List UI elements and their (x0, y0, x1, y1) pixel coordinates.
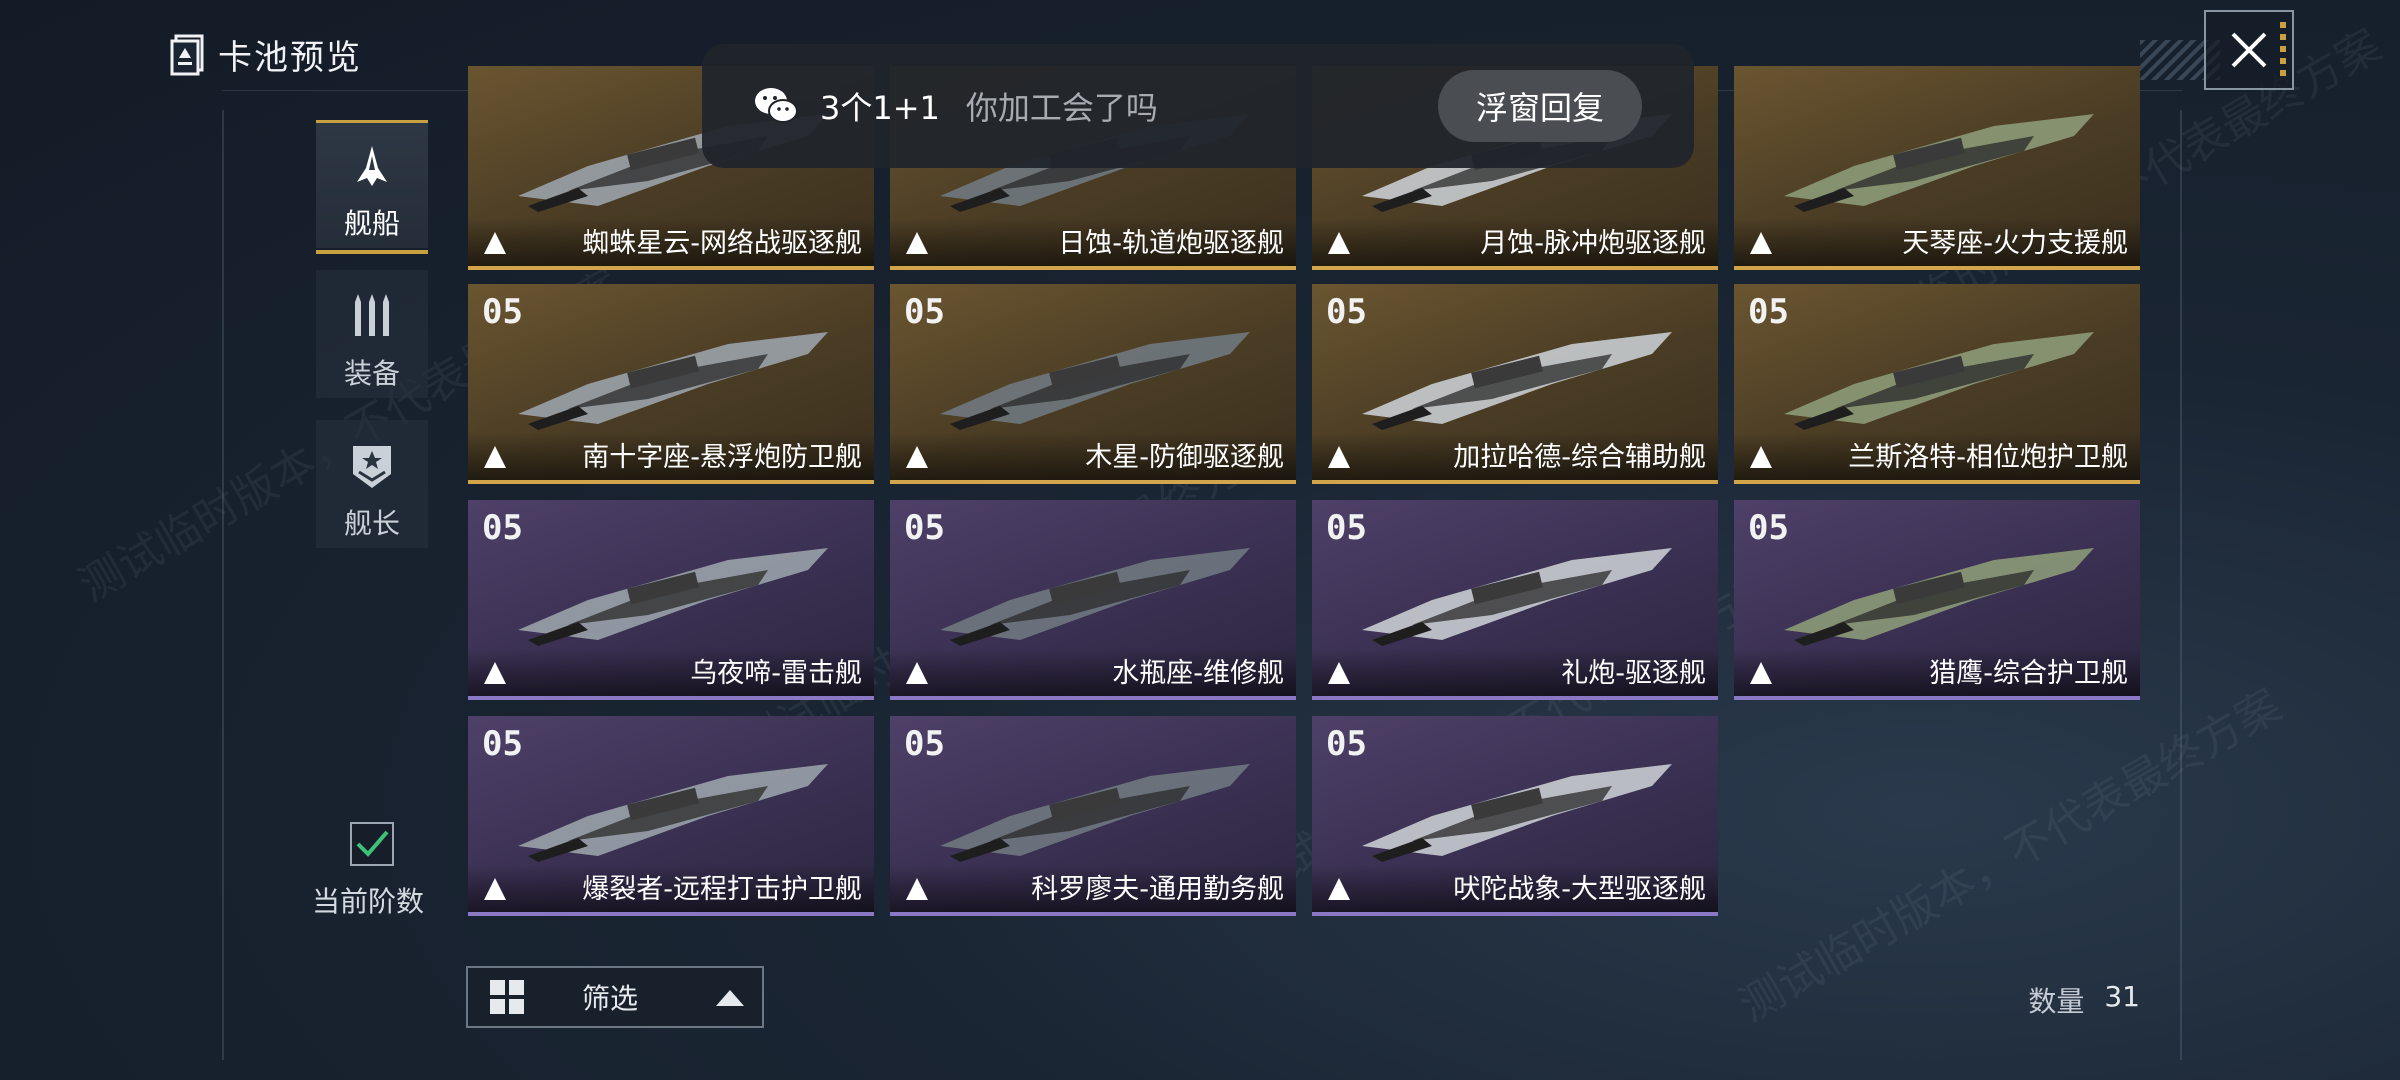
frame-left-line (222, 110, 224, 1060)
notification-sender: 3个1+1 (820, 89, 940, 127)
tab-ships-label: 舰船 (343, 207, 400, 240)
filter-button[interactable]: 筛选 (466, 966, 764, 1028)
ship-card[interactable]: 05 兰斯洛特-相位炮护卫舰 (1734, 284, 2140, 484)
spaceship-image (518, 548, 828, 646)
ship-level: 05 (904, 292, 945, 332)
spaceship-image (1362, 548, 1672, 646)
ship-level: 05 (1326, 292, 1367, 332)
ship-card[interactable]: 05 南十字座-悬浮炮防卫舰 (468, 284, 874, 484)
ship-name: 月蚀-脉冲炮驱逐舰 (1480, 228, 1706, 259)
spaceship-image (1362, 332, 1672, 430)
ship-level: 05 (1748, 508, 1789, 548)
ship-level: 05 (482, 508, 523, 548)
ship-name: 吠陀战象-大型驱逐舰 (1453, 874, 1706, 905)
close-button[interactable] (2204, 10, 2294, 90)
ship-card[interactable]: 05 猎鹰-综合护卫舰 (1734, 500, 2140, 700)
spaceship-image (1784, 114, 2094, 212)
count-label: 数量 (2028, 985, 2085, 1018)
ship-name: 日蚀-轨道炮驱逐舰 (1058, 228, 1284, 259)
ship-count: 数量 31 (2028, 980, 2140, 1020)
ship-name: 木星-防御驱逐舰 (1085, 442, 1284, 473)
spaceship-image (518, 332, 828, 430)
page-title: 卡池预览 (170, 30, 362, 79)
triangle-class-icon (906, 232, 928, 254)
ship-name: 猎鹰-综合护卫舰 (1929, 658, 2128, 689)
ship-level: 05 (904, 508, 945, 548)
filter-label: 筛选 (582, 982, 639, 1015)
ship-card[interactable]: 05 吠陀战象-大型驱逐舰 (1312, 716, 1718, 916)
spaceship-image (940, 332, 1250, 430)
ship-level: 05 (482, 724, 523, 764)
ship-level: 05 (904, 724, 945, 764)
ship-card[interactable]: 05 水瓶座-维修舰 (890, 500, 1296, 700)
ship-card[interactable]: 05 礼炮-驱逐舰 (1312, 500, 1718, 700)
ship-name: 南十字座-悬浮炮防卫舰 (582, 442, 862, 473)
notification-banner[interactable]: 3个1+1 你加工会了吗 浮窗回复 (702, 44, 1694, 168)
triangle-class-icon (1328, 446, 1350, 468)
ship-level: 05 (1326, 508, 1367, 548)
ship-name: 蜘蛛星云-网络战驱逐舰 (582, 228, 862, 259)
tab-captain-label: 舰长 (343, 507, 400, 540)
watermark: 测试临时版本，不代表最终方案 (1730, 679, 2290, 1032)
spaceship-image (1784, 548, 2094, 646)
triangle-class-icon (906, 878, 928, 900)
ship-name: 水瓶座-维修舰 (1112, 658, 1284, 689)
count-value: 31 (2104, 980, 2140, 1013)
missile-icon (355, 294, 389, 336)
ship-level: 05 (482, 292, 523, 332)
rank-badge-icon (353, 446, 391, 488)
wechat-icon (755, 88, 798, 123)
triangle-class-icon (1750, 446, 1772, 468)
title-label: 卡池预览 (218, 38, 362, 78)
ship-name: 加拉哈德-综合辅助舰 (1453, 442, 1706, 473)
triangle-class-icon (1328, 662, 1350, 684)
ship-level: 05 (1748, 292, 1789, 332)
current-stage-label: 当前阶数 (312, 885, 425, 918)
ship-name: 爆裂者-远程打击护卫舰 (582, 874, 862, 905)
triangle-class-icon (1750, 232, 1772, 254)
triangle-class-icon (1328, 878, 1350, 900)
ship-card[interactable]: 05 木星-防御驱逐舰 (890, 284, 1296, 484)
checkmark-icon (356, 830, 389, 857)
grid-icon (490, 980, 524, 1014)
spaceship-image (1362, 764, 1672, 862)
ship-card[interactable]: 05 乌夜啼-雷击舰 (468, 500, 874, 700)
triangle-class-icon (906, 662, 928, 684)
triangle-class-icon (484, 446, 506, 468)
ship-card[interactable]: 05 加拉哈德-综合辅助舰 (1312, 284, 1718, 484)
ship-name: 兰斯洛特-相位炮护卫舰 (1848, 442, 2128, 473)
chevron-up-icon (716, 990, 744, 1006)
notification-message: 你加工会了吗 (965, 89, 1158, 127)
spaceship-icon (357, 146, 387, 186)
spaceship-image (940, 548, 1250, 646)
triangle-class-icon (1328, 232, 1350, 254)
triangle-class-icon (1750, 662, 1772, 684)
floating-reply-button[interactable]: 浮窗回复 (1438, 70, 1642, 142)
triangle-class-icon (906, 446, 928, 468)
tab-equipment-label: 装备 (343, 357, 400, 390)
tab-equipment[interactable]: 装备 (316, 270, 428, 398)
triangle-class-icon (484, 878, 506, 900)
spaceship-image (1784, 332, 2094, 430)
current-stage-checkbox[interactable] (350, 822, 394, 866)
ship-card[interactable]: 05 爆裂者-远程打击护卫舰 (468, 716, 874, 916)
ship-level: 05 (1326, 724, 1367, 764)
book-icon (170, 34, 204, 75)
triangle-class-icon (484, 232, 506, 254)
ship-name: 乌夜啼-雷击舰 (690, 658, 862, 689)
close-button-stripe (2280, 22, 2286, 82)
frame-right-line (2180, 110, 2182, 1060)
ship-name: 天琴座-火力支援舰 (1902, 228, 2128, 259)
ship-name: 礼炮-驱逐舰 (1561, 658, 1706, 689)
spaceship-image (940, 764, 1250, 862)
spaceship-image (518, 764, 828, 862)
tab-captain[interactable]: 舰长 (316, 420, 428, 548)
ship-name: 科罗廖夫-通用勤务舰 (1031, 874, 1284, 905)
ship-card[interactable]: 天琴座-火力支援舰 (1734, 66, 2140, 270)
close-icon (2231, 32, 2267, 68)
ship-card[interactable]: 05 科罗廖夫-通用勤务舰 (890, 716, 1296, 916)
triangle-class-icon (484, 662, 506, 684)
tab-ships[interactable]: 舰船 (316, 120, 428, 254)
